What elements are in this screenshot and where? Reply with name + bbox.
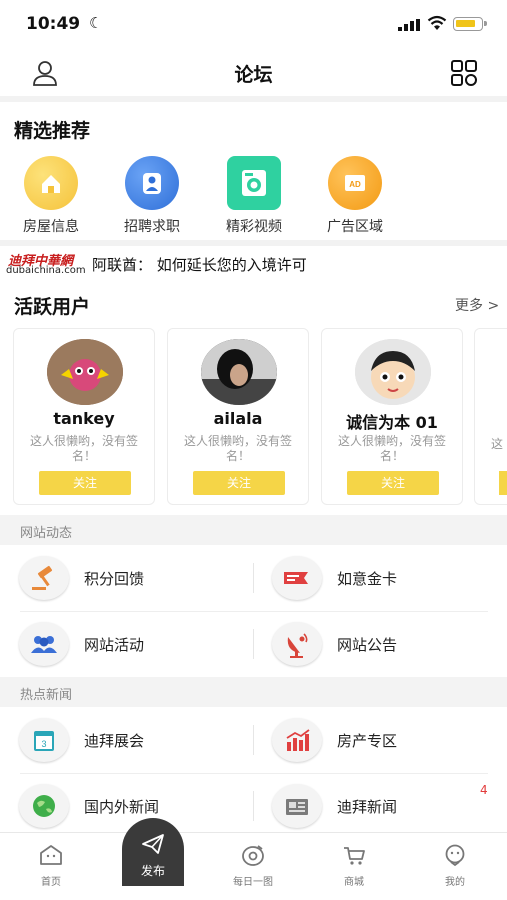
featured-item-ads[interactable]: AD 广告区域 (315, 156, 395, 236)
menu-item-expo[interactable]: 3 迪拜展会 (0, 707, 253, 773)
user-bio: 这人很懒哟，没有签名！ (29, 434, 138, 463)
newspaper-icon (272, 784, 322, 828)
active-users-title: 活跃用户 (14, 296, 91, 318)
wifi-icon (427, 15, 447, 30)
calendar-icon: 3 (19, 718, 69, 762)
avatar (47, 339, 123, 405)
svg-text:AD: AD (349, 180, 361, 189)
user-name: 诚信为本 01 (346, 413, 438, 432)
group-icon (19, 622, 69, 666)
user-bio: 这人很懒哟，没有签名！ (337, 434, 446, 463)
menu-label: 迪拜展会 (84, 732, 145, 750)
user-card[interactable]: tankey 这人很懒哟，没有签名！ 关注 (13, 328, 155, 505)
battery-icon (453, 17, 487, 31)
page-title: 论坛 (234, 64, 273, 86)
site-news-row: 网站活动 网站公告 (0, 611, 507, 677)
follow-button[interactable]: 关注 (39, 471, 131, 495)
menu-item-world-news[interactable]: 国内外新闻 (0, 773, 253, 839)
ad-icon: AD (328, 156, 382, 210)
menu-label: 迪拜新闻 (337, 798, 398, 816)
notification-badge: 4 (480, 783, 488, 797)
menu-label: 国内外新闻 (84, 798, 160, 816)
home-icon (40, 845, 62, 865)
featured-label: 房屋信息 (23, 219, 79, 235)
tab-me[interactable]: 我的 (425, 843, 485, 888)
card-icon (272, 556, 322, 600)
gavel-icon (19, 556, 69, 600)
tab-publish[interactable]: 发布 (122, 818, 184, 886)
follow-button-partial[interactable] (499, 471, 507, 495)
featured-item-housing[interactable]: 房屋信息 (11, 156, 91, 236)
menu-item-real-estate[interactable]: 房产专区 (253, 707, 506, 773)
user-card[interactable]: ailala 这人很懒哟，没有签名！ 关注 (167, 328, 309, 505)
tab-label: 商城 (344, 877, 364, 888)
user-card-partial[interactable]: 这 (474, 328, 507, 505)
tab-shop[interactable]: 商城 (324, 843, 384, 888)
signal-icon (398, 19, 420, 31)
camera-icon (242, 845, 264, 866)
send-icon (142, 834, 164, 854)
apps-grid-icon[interactable] (449, 58, 479, 88)
divider (0, 240, 507, 246)
featured-item-video[interactable]: 精彩视频 (214, 156, 294, 236)
user-name: ailala (213, 409, 263, 428)
news-ticker[interactable]: 迪拜中華網 dubaichina.com 阿联酋： 如何延长您的入境许可 (0, 248, 507, 280)
menu-label: 房产专区 (337, 732, 398, 750)
site-news-row: 积分回馈 如意金卡 (0, 545, 507, 611)
featured-label: 广告区域 (327, 219, 383, 235)
menu-item-activities[interactable]: 网站活动 (0, 611, 253, 677)
bar-chart-icon (272, 718, 322, 762)
moon-icon: ☾ (89, 14, 103, 32)
site-news-header: 网站动态 (0, 515, 507, 545)
ticker-headline[interactable]: 阿联酋： 如何延长您的入境许可 (92, 254, 307, 275)
cart-icon (344, 847, 365, 865)
divider (0, 96, 507, 102)
tab-label: 每日一图 (233, 877, 273, 888)
follow-button[interactable]: 关注 (347, 471, 439, 495)
person-icon (125, 156, 179, 210)
user-bio-partial: 这 (491, 437, 504, 451)
user-name: tankey (53, 409, 115, 428)
tab-label: 我的 (445, 877, 465, 888)
hot-news-title: 热点新闻 (20, 688, 73, 703)
menu-item-points[interactable]: 积分回馈 (0, 545, 253, 611)
house-icon (24, 156, 78, 210)
menu-item-gold-card[interactable]: 如意金卡 (253, 545, 506, 611)
site-news-title: 网站动态 (20, 526, 73, 541)
svg-text:3: 3 (41, 739, 46, 749)
video-icon (227, 156, 281, 210)
user-card[interactable]: 诚信为本 01 这人很懒哟，没有签名！ 关注 (321, 328, 463, 505)
globe-icon (19, 784, 69, 828)
tab-label: 首页 (41, 877, 61, 888)
featured-title: 精选推荐 (14, 120, 91, 142)
user-bio: 这人很懒哟，没有签名！ (183, 434, 292, 463)
hot-news-header: 热点新闻 (0, 677, 507, 707)
tab-home[interactable]: 首页 (21, 843, 81, 888)
hot-news-row: 国内外新闻 迪拜新闻 (0, 773, 507, 839)
menu-label: 网站活动 (84, 636, 145, 654)
tab-label: 发布 (140, 864, 165, 878)
menu-label: 如意金卡 (337, 570, 398, 588)
more-link[interactable]: 更多 > (455, 295, 499, 315)
tab-bar: 首页 每日一图 商城 我的 (0, 832, 507, 900)
hot-news-row: 3 迪拜展会 房产专区 (0, 707, 507, 773)
avatar (201, 339, 277, 405)
satellite-icon (272, 622, 322, 666)
status-time: 10:49 (26, 14, 81, 34)
nav-bar: 论坛 (0, 50, 507, 96)
menu-label: 网站公告 (337, 636, 398, 654)
featured-label: 招聘求职 (124, 219, 180, 235)
menu-item-announcements[interactable]: 网站公告 (253, 611, 506, 677)
profile-icon (445, 844, 465, 867)
menu-item-dubai-news[interactable]: 迪拜新闻 (253, 773, 506, 839)
tab-daily-photo[interactable]: 每日一图 (223, 843, 283, 888)
featured-label: 精彩视频 (226, 219, 282, 235)
site-logo-domain: dubaichina.com (6, 265, 86, 276)
menu-label: 积分回馈 (84, 570, 145, 588)
status-bar: 10:49 ☾ (0, 0, 507, 50)
avatar (355, 339, 431, 405)
follow-button[interactable]: 关注 (193, 471, 285, 495)
featured-item-jobs[interactable]: 招聘求职 (112, 156, 192, 236)
